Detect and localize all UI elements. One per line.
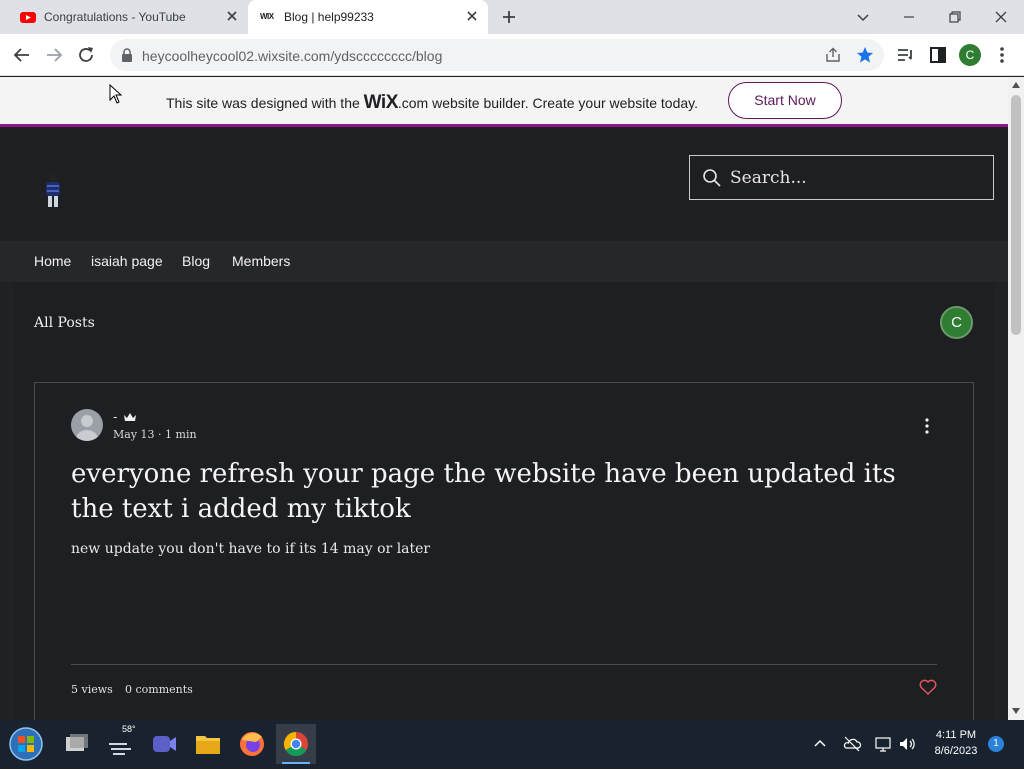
back-icon[interactable] (11, 44, 33, 66)
start-button-icon[interactable] (6, 724, 46, 764)
site-search-input[interactable]: Search... (689, 155, 994, 200)
post-read-time: 1 min (165, 428, 197, 441)
reading-list-icon[interactable] (895, 44, 917, 66)
windows-taskbar: 58° 4:11 PM 8/6/2023 1 (0, 720, 1024, 768)
address-bar[interactable]: heycoolheycool02.wixsite.com/ydscccccccc… (110, 39, 884, 71)
restore-icon[interactable] (944, 6, 966, 28)
reload-icon[interactable] (75, 44, 97, 66)
weather-temperature: 58° (122, 724, 136, 734)
post-card[interactable]: - May 13 · 1 min everyone refresh your p… (34, 382, 974, 742)
task-view-icon[interactable] (57, 724, 97, 764)
tab-title: Blog | help99233 (284, 10, 374, 24)
author-avatar[interactable] (71, 409, 103, 441)
post-meta: May 13 · 1 min (113, 428, 197, 441)
page-scrollbar[interactable] (1008, 77, 1024, 720)
notification-badge[interactable]: 1 (988, 736, 1004, 752)
crown-icon (124, 413, 136, 421)
tab-search-chevron-icon[interactable] (852, 6, 874, 28)
chrome-icon (283, 732, 308, 757)
tab-title: Congratulations - YouTube (44, 10, 186, 24)
nav-item-members[interactable]: Members (232, 253, 290, 269)
lock-icon[interactable] (121, 48, 133, 62)
tab-blog[interactable]: WIX Blog | help99233 (248, 0, 488, 34)
nav-item-blog[interactable]: Blog (182, 253, 210, 269)
close-window-icon[interactable] (990, 6, 1012, 28)
post-comments[interactable]: 0 comments (125, 683, 193, 696)
heart-like-icon[interactable] (919, 679, 937, 695)
wix-banner: This site was designed with the WiX.com … (0, 77, 1008, 124)
start-now-button[interactable]: Start Now (728, 82, 842, 119)
mouse-cursor-icon (109, 84, 123, 104)
search-icon (703, 169, 721, 187)
browser-toolbar: heycoolheycool02.wixsite.com/ydscccccccc… (0, 34, 1024, 76)
scroll-up-arrow-icon[interactable] (1011, 81, 1021, 89)
wix-logo: WiX (363, 92, 399, 113)
firefox-icon[interactable] (232, 724, 272, 764)
youtube-icon (20, 12, 36, 23)
site-logo[interactable] (40, 171, 66, 209)
browser-tab-strip: Congratulations - YouTube WIX Blog | hel… (0, 0, 1024, 34)
close-tab-icon[interactable] (464, 8, 480, 24)
banner-text-before: This site was designed with the (166, 95, 364, 111)
blog-area: All Posts C - May 13 · 1 min everyone re… (14, 282, 994, 742)
site-header: Search... (0, 127, 1008, 241)
scroll-down-arrow-icon[interactable] (1011, 707, 1021, 715)
network-icon[interactable] (873, 734, 893, 754)
all-posts-link[interactable]: All Posts (34, 315, 95, 331)
scrollbar-thumb[interactable] (1011, 95, 1021, 335)
user-placeholder-icon (76, 415, 98, 441)
wix-icon: WIX (260, 12, 274, 21)
post-divider (71, 664, 937, 665)
onedrive-off-icon[interactable] (842, 734, 862, 754)
meta-separator: · (158, 428, 166, 441)
bookmark-star-icon[interactable] (856, 46, 874, 64)
clock-time[interactable]: 4:11 PM (930, 729, 982, 741)
volume-icon[interactable] (897, 734, 917, 754)
clock-date[interactable]: 8/6/2023 (930, 745, 982, 757)
author-name[interactable]: - (113, 409, 117, 424)
profile-avatar[interactable]: C (959, 44, 981, 66)
wix-banner-text: This site was designed with the WiX.com … (166, 92, 698, 114)
side-panel-icon[interactable] (927, 44, 949, 66)
chrome-taskbar-button[interactable] (276, 724, 316, 764)
post-views: 5 views (71, 683, 113, 696)
member-avatar[interactable]: C (940, 306, 973, 339)
share-icon[interactable] (824, 47, 842, 63)
show-hidden-icons-chevron-icon[interactable] (810, 734, 830, 754)
url-text[interactable]: heycoolheycool02.wixsite.com/ydscccccccc… (142, 48, 442, 64)
file-explorer-icon[interactable] (188, 724, 228, 764)
post-excerpt: new update you don't have to if its 14 m… (71, 541, 431, 557)
minimize-icon[interactable] (898, 6, 920, 28)
nav-item-isaiah-page[interactable]: isaiah page (91, 253, 163, 269)
kebab-menu-icon[interactable] (991, 44, 1013, 66)
search-placeholder: Search... (730, 168, 807, 188)
post-title[interactable]: everyone refresh your page the website h… (71, 457, 921, 527)
banner-text-after: .com website builder. Create your websit… (397, 95, 698, 111)
new-tab-icon[interactable] (500, 8, 518, 26)
forward-icon[interactable] (43, 44, 65, 66)
site-nav: Home isaiah page Blog Members (0, 241, 1008, 282)
nav-item-home[interactable]: Home (34, 253, 71, 269)
close-tab-icon[interactable] (224, 8, 240, 24)
post-more-options-icon[interactable] (923, 417, 931, 435)
tab-youtube[interactable]: Congratulations - YouTube (8, 0, 248, 34)
meet-video-icon[interactable] (144, 724, 184, 764)
post-date: May 13 (113, 428, 155, 441)
active-app-indicator (282, 762, 310, 764)
